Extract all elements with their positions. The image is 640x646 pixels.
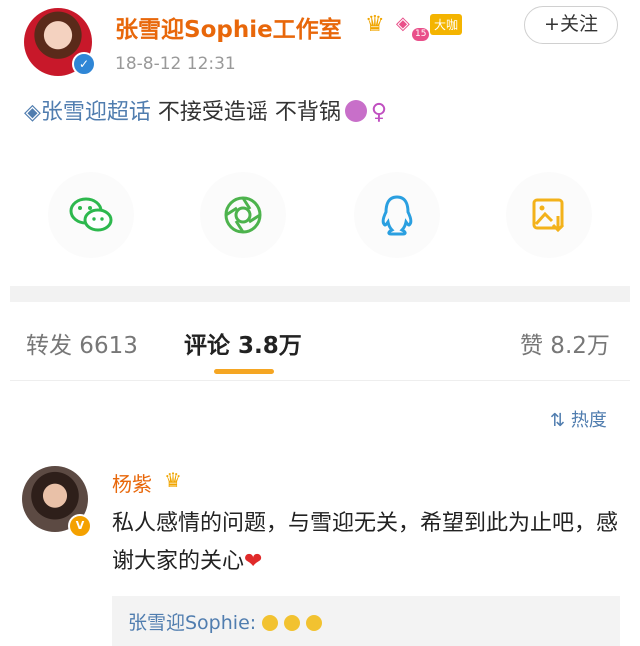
bigshot-badge: 大咖 bbox=[430, 14, 463, 35]
share-moments-button[interactable] bbox=[200, 172, 286, 258]
comment-text: 私人感情的问题，与雪迎无关，希望到此为止吧，感谢大家的关心❤ bbox=[112, 505, 632, 581]
reply-preview-text: 张雪迎Sophie: bbox=[128, 608, 323, 635]
tab-likes[interactable]: 赞 8.2万 bbox=[520, 326, 610, 360]
qq-icon bbox=[381, 195, 413, 236]
verified-icon: V bbox=[68, 514, 92, 538]
post-text: ◈张雪迎超话 不接受造谣 不背锅 ♀ bbox=[24, 94, 387, 126]
share-qq-button[interactable] bbox=[354, 172, 440, 258]
post-body: 不接受造谣 不背锅 bbox=[157, 100, 341, 125]
comment-body: 私人感情的问题，与雪迎无关，希望到此为止吧，感谢大家的关心 bbox=[112, 511, 619, 574]
emoji-icon bbox=[284, 615, 301, 631]
post-timestamp: 18-8-12 12:31 bbox=[115, 54, 236, 74]
sort-button[interactable]: ⇅ 热度 bbox=[550, 406, 607, 432]
commenter-name[interactable]: 杨紫 bbox=[112, 468, 152, 497]
emoji-icon bbox=[306, 615, 323, 631]
reply-author[interactable]: 张雪迎Sophie: bbox=[128, 612, 256, 634]
wechat-icon bbox=[69, 197, 113, 232]
emoji-icon bbox=[262, 615, 279, 631]
crown-icon: ♛ bbox=[365, 12, 385, 37]
female-symbol-icon: ♀ bbox=[370, 100, 388, 125]
sort-icon: ⇅ bbox=[550, 410, 566, 431]
save-image-button[interactable] bbox=[506, 172, 592, 258]
crown-icon: ♛ bbox=[164, 468, 182, 492]
author-name[interactable]: 张雪迎Sophie工作室 bbox=[115, 10, 342, 44]
follow-button[interactable]: +关注 bbox=[524, 6, 618, 44]
active-tab-indicator bbox=[214, 369, 274, 374]
super-topic-link[interactable]: ◈张雪迎超话 bbox=[24, 100, 151, 125]
section-divider bbox=[10, 286, 630, 302]
moments-icon bbox=[224, 196, 262, 234]
share-wechat-button[interactable] bbox=[48, 172, 134, 258]
vip-level-badge: 15 bbox=[412, 28, 430, 41]
save-image-icon bbox=[532, 198, 565, 233]
tab-comments[interactable]: 评论 3.8万 bbox=[184, 326, 302, 360]
gesture-emoji-icon bbox=[344, 100, 367, 122]
heart-icon: ❤ bbox=[244, 549, 263, 574]
sort-label: 热度 bbox=[570, 410, 607, 431]
tab-repost[interactable]: 转发 6613 bbox=[26, 326, 138, 360]
verified-icon: ✓ bbox=[72, 52, 96, 76]
tabs-divider bbox=[10, 380, 630, 381]
